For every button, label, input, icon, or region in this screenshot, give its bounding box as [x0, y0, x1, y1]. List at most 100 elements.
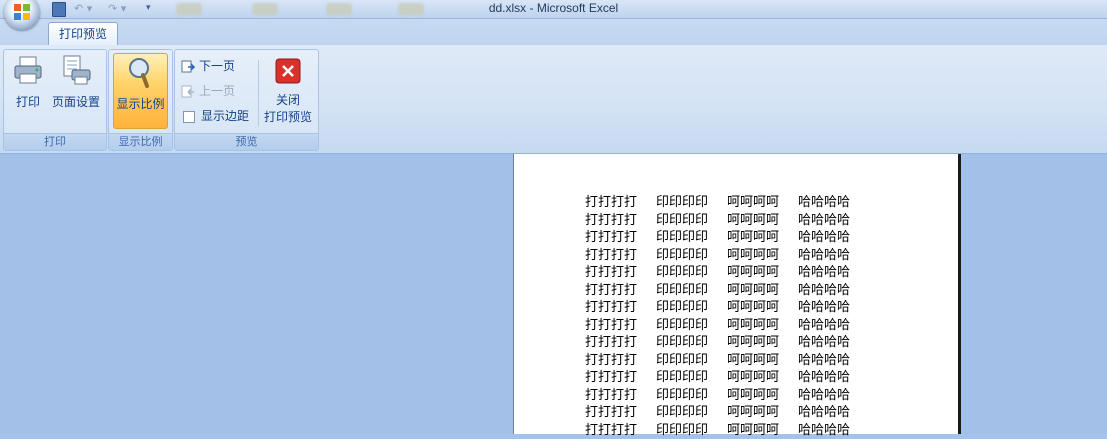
next-page-button[interactable]: 下一页 — [181, 56, 235, 76]
sheet-row: 打打打打印印印印呵呵呵呵哈哈哈哈 — [585, 264, 869, 282]
sheet-cell: 印印印印 — [656, 317, 727, 335]
sheet-cell: 呵呵呵呵 — [727, 404, 798, 422]
sheet-cell: 印印印印 — [656, 212, 727, 230]
sheet-cell: 打打打打 — [585, 194, 656, 212]
window-title: dd.xlsx - Microsoft Excel — [0, 1, 1107, 15]
sheet-cell: 哈哈哈哈 — [798, 299, 869, 317]
sheet-cell: 呵呵呵呵 — [727, 334, 798, 352]
tab-print-preview[interactable]: 打印预览 — [48, 22, 118, 46]
sheet-cell: 呵呵呵呵 — [727, 387, 798, 405]
sheet-row: 打打打打印印印印呵呵呵呵哈哈哈哈 — [585, 299, 869, 317]
sheet-cell: 哈哈哈哈 — [798, 387, 869, 405]
sheet-cell: 打打打打 — [585, 299, 656, 317]
page-setup-button-label: 页面设置 — [50, 93, 102, 110]
sheet-cell: 印印印印 — [656, 404, 727, 422]
sheet-cell: 哈哈哈哈 — [798, 264, 869, 282]
sheet-cell: 哈哈哈哈 — [798, 212, 869, 230]
sheet-row: 打打打打印印印印呵呵呵呵哈哈哈哈 — [585, 282, 869, 300]
sheet-cell: 打打打打 — [585, 212, 656, 230]
sheet-row: 打打打打印印印印呵呵呵呵哈哈哈哈 — [585, 352, 869, 370]
next-page-label: 下一页 — [199, 59, 235, 73]
zoom-group-label: 显示比例 — [109, 133, 172, 150]
sheet-cell: 呵呵呵呵 — [727, 247, 798, 265]
sheet-cell: 哈哈哈哈 — [798, 334, 869, 352]
page-setup-icon — [60, 54, 92, 86]
sheet-cell: 呵呵呵呵 — [727, 194, 798, 212]
sheet-row: 打打打打印印印印呵呵呵呵哈哈哈哈 — [585, 194, 869, 212]
print-button[interactable]: 打印 — [8, 54, 48, 110]
sheet-cell: 印印印印 — [656, 422, 727, 439]
preview-group-label: 预览 — [175, 133, 318, 150]
ribbon-tab-row: 打印预览 — [0, 19, 1107, 45]
close-label-line2: 打印预览 — [262, 108, 314, 125]
sheet-cell: 打打打打 — [585, 387, 656, 405]
checkbox-icon[interactable] — [183, 111, 195, 123]
sheet-cell: 呵呵呵呵 — [727, 299, 798, 317]
sheet-cell: 印印印印 — [656, 247, 727, 265]
preview-page[interactable]: 打打打打印印印印呵呵呵呵哈哈哈哈打打打打印印印印呵呵呵呵哈哈哈哈打打打打印印印印… — [513, 154, 959, 434]
sheet-cell: 打打打打 — [585, 264, 656, 282]
previous-page-icon — [181, 85, 195, 99]
sheet-cell: 印印印印 — [656, 387, 727, 405]
print-group-label: 打印 — [4, 133, 106, 150]
sheet-cell: 呵呵呵呵 — [727, 264, 798, 282]
sheet-cell: 哈哈哈哈 — [798, 229, 869, 247]
print-button-label: 打印 — [8, 93, 48, 110]
sheet-cell: 哈哈哈哈 — [798, 369, 869, 387]
sheet-cell: 印印印印 — [656, 282, 727, 300]
close-print-preview-button[interactable]: 关闭 打印预览 — [262, 58, 314, 125]
sheet-cell: 印印印印 — [656, 369, 727, 387]
sheet-row: 打打打打印印印印呵呵呵呵哈哈哈哈 — [585, 369, 869, 387]
sheet-row: 打打打打印印印印呵呵呵呵哈哈哈哈 — [585, 404, 869, 422]
page-setup-button[interactable]: 页面设置 — [50, 54, 102, 110]
sheet-cell: 哈哈哈哈 — [798, 282, 869, 300]
sheet-row: 打打打打印印印印呵呵呵呵哈哈哈哈 — [585, 387, 869, 405]
sheet-cell: 印印印印 — [656, 264, 727, 282]
sheet-cell: 哈哈哈哈 — [798, 317, 869, 335]
previous-page-button[interactable]: 上一页 — [181, 81, 235, 101]
previous-page-label: 上一页 — [199, 84, 235, 98]
sheet-cell: 呵呵呵呵 — [727, 352, 798, 370]
sheet-cell: 呵呵呵呵 — [727, 369, 798, 387]
sheet-row: 打打打打印印印印呵呵呵呵哈哈哈哈 — [585, 212, 869, 230]
sheet-cell: 哈哈哈哈 — [798, 404, 869, 422]
printer-icon — [12, 54, 44, 86]
sheet-cell: 呵呵呵呵 — [727, 422, 798, 439]
sheet-cell: 打打打打 — [585, 317, 656, 335]
sheet-cell: 印印印印 — [656, 229, 727, 247]
divider — [258, 60, 259, 126]
sheet-cell: 呵呵呵呵 — [727, 282, 798, 300]
sheet-cell: 哈哈哈哈 — [798, 352, 869, 370]
sheet-cell: 呵呵呵呵 — [727, 317, 798, 335]
sheet-cell: 印印印印 — [656, 352, 727, 370]
close-icon — [275, 58, 301, 84]
sheet-cell: 打打打打 — [585, 422, 656, 439]
sheet-cells: 打打打打印印印印呵呵呵呵哈哈哈哈打打打打印印印印呵呵呵呵哈哈哈哈打打打打印印印印… — [585, 194, 869, 439]
sheet-cell: 印印印印 — [656, 334, 727, 352]
office-logo-icon — [13, 3, 31, 21]
page-shadow — [958, 154, 961, 434]
show-margins-checkbox[interactable]: 显示边距 — [181, 106, 249, 126]
sheet-cell: 打打打打 — [585, 352, 656, 370]
sheet-cell: 打打打打 — [585, 247, 656, 265]
zoom-button-label: 显示比例 — [114, 95, 167, 112]
zoom-button[interactable]: 显示比例 — [113, 53, 168, 129]
next-page-icon — [181, 60, 195, 74]
sheet-cell: 印印印印 — [656, 194, 727, 212]
title-bar: ↶ ▾ ↷ ▾ ▾ dd.xlsx - Microsoft Excel — [0, 0, 1107, 19]
show-margins-label: 显示边距 — [201, 109, 249, 123]
ribbon: 打印 页面设置 打印 显示比例 显示比例 — [0, 45, 1107, 154]
sheet-cell: 哈哈哈哈 — [798, 194, 869, 212]
sheet-row: 打打打打印印印印呵呵呵呵哈哈哈哈 — [585, 229, 869, 247]
sheet-cell: 打打打打 — [585, 404, 656, 422]
sheet-row: 打打打打印印印印呵呵呵呵哈哈哈哈 — [585, 247, 869, 265]
sheet-row: 打打打打印印印印呵呵呵呵哈哈哈哈 — [585, 422, 869, 439]
sheet-cell: 哈哈哈哈 — [798, 247, 869, 265]
sheet-cell: 呵呵呵呵 — [727, 212, 798, 230]
zoom-group: 显示比例 显示比例 — [108, 49, 173, 151]
sheet-row: 打打打打印印印印呵呵呵呵哈哈哈哈 — [585, 317, 869, 335]
close-label-line1: 关闭 — [262, 91, 314, 108]
sheet-cell: 哈哈哈哈 — [798, 422, 869, 439]
preview-workspace[interactable]: 打打打打印印印印呵呵呵呵哈哈哈哈打打打打印印印印呵呵呵呵哈哈哈哈打打打打印印印印… — [0, 154, 1107, 434]
sheet-cell: 打打打打 — [585, 282, 656, 300]
